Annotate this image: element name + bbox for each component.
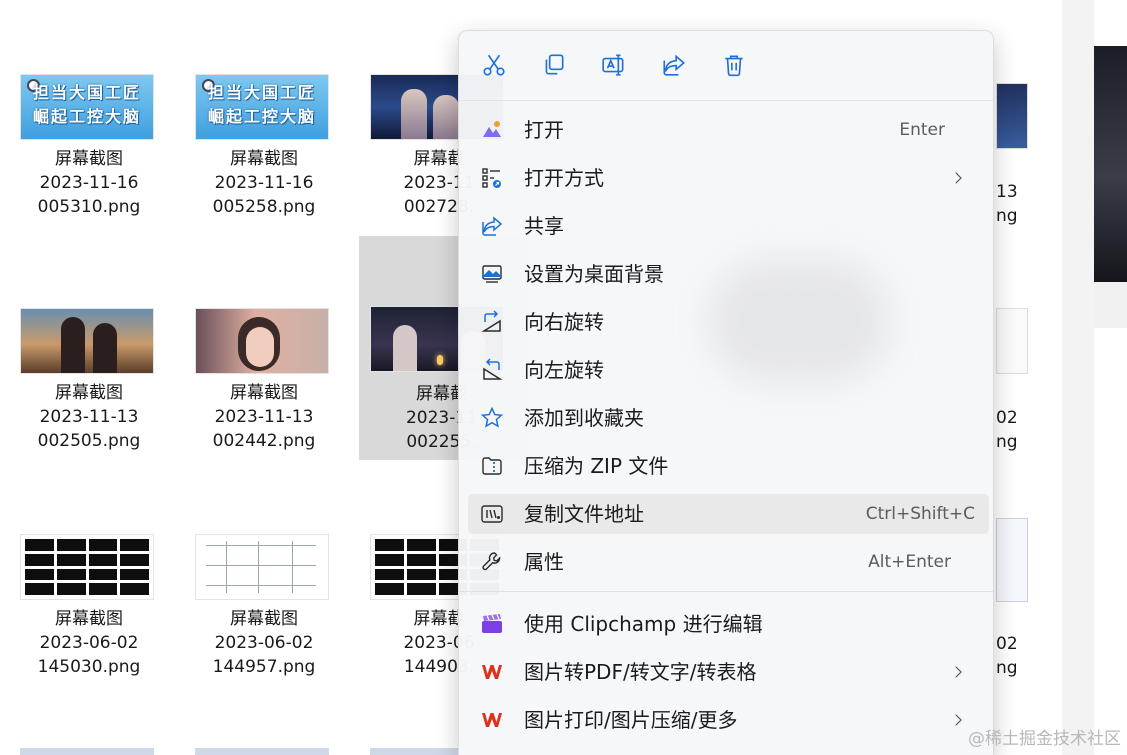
menu-item-open-with[interactable]: 打开方式 (468, 158, 989, 198)
share-icon (663, 54, 685, 76)
wallpaper-icon (482, 265, 502, 283)
menu-separator (459, 591, 993, 592)
cut-button[interactable] (478, 49, 510, 81)
file-thumbnail-partial[interactable] (996, 308, 1028, 374)
scissors-icon (483, 54, 505, 76)
file-name: 屏幕截图 2023-11-13 002505.png (37, 383, 141, 451)
rename-icon (602, 54, 624, 76)
rename-button[interactable] (598, 49, 630, 81)
menu-item-rotate-right[interactable]: 向右旋转 (468, 302, 989, 342)
file-name-partial: 13 ng (996, 182, 1018, 226)
file-name: 屏幕截图 2023-11-16 005310.png (37, 149, 141, 217)
file-tile[interactable]: 屏幕截图 2023-06-02 144957.png (179, 524, 349, 746)
file-thumbnail (195, 308, 329, 374)
menu-item-clipchamp[interactable]: 使用 Clipchamp 进行编辑 (468, 604, 989, 644)
file-name: 屏幕截图 2023-06-02 145030.png (37, 609, 141, 677)
clipchamp-icon (482, 614, 502, 633)
menu-item-rotate-left[interactable]: 向左旋转 (468, 350, 989, 390)
rotate-left-icon (483, 358, 503, 380)
file-thumbnail (20, 308, 154, 374)
file-tile[interactable]: 屏幕截图 2023-11-13 002442.png (179, 298, 349, 520)
copy-icon (545, 54, 564, 75)
menu-item-properties[interactable]: 属性 Alt+Enter (468, 542, 989, 582)
file-thumbnail-partial (20, 748, 154, 755)
file-tile[interactable]: 屏幕截图 2023-11-13 002505.png (4, 298, 174, 520)
menu-item-open[interactable]: 打开 Enter (468, 110, 989, 150)
file-name-partial: 02 ng (996, 634, 1018, 678)
wps-icon (482, 665, 502, 679)
chevron-right-icon (955, 714, 962, 726)
file-thumbnail (195, 534, 329, 600)
trash-icon (725, 55, 743, 77)
file-thumbnail-partial[interactable] (996, 83, 1028, 149)
delete-button[interactable] (718, 49, 750, 81)
file-name: 屏幕截图 2023-11-13 002442.png (212, 383, 316, 451)
file-thumbnail-partial[interactable] (996, 518, 1028, 602)
file-name-partial: 02 ng (996, 408, 1018, 452)
watermark: @稀土掘金技术社区 (968, 729, 1121, 749)
share-icon (482, 216, 503, 236)
preview-pane (1062, 0, 1127, 755)
file-tile[interactable]: 担当大国工匠 崛起工控大脑 屏幕截图 2023-11-16 005258.png (179, 64, 349, 286)
file-tile[interactable]: 担当大国工匠 崛起工控大脑 屏幕截图 2023-11-16 005310.png (4, 64, 174, 286)
file-thumbnail-partial (195, 748, 329, 755)
chevron-right-icon (955, 666, 962, 678)
zip-folder-icon (482, 457, 502, 475)
menu-item-compress-zip[interactable]: 压缩为 ZIP 文件 (468, 446, 989, 486)
wps-icon (482, 713, 502, 727)
preview-image (1094, 46, 1127, 282)
star-icon (480, 406, 504, 428)
share-button[interactable] (658, 49, 690, 81)
context-menu: 打开 Enter 打开方式 共享 设置为桌面背景 向右旋转 向左旋转 添加到收藏… (458, 30, 994, 755)
file-tile[interactable]: 屏幕截图 2023-06-02 145030.png (4, 524, 174, 746)
file-thumbnail-partial (370, 748, 458, 755)
file-name: 屏幕截图 2023-11-16 005258.png (212, 149, 316, 217)
menu-item-wps-convert[interactable]: 图片转PDF/转文字/转表格 (468, 652, 989, 692)
shortcut-label: Ctrl+Shift+C (865, 504, 975, 524)
quick-action-bar (459, 31, 993, 101)
file-thumbnail (20, 534, 154, 600)
chevron-right-icon (955, 172, 962, 184)
copy-path-icon (481, 505, 503, 523)
menu-item-set-wallpaper[interactable]: 设置为桌面背景 (468, 254, 989, 294)
photos-app-icon (483, 121, 501, 137)
file-name: 屏幕截图 2023-06-02 144957.png (212, 609, 316, 677)
open-with-icon (482, 168, 501, 188)
shortcut-label: Enter (899, 120, 945, 140)
menu-item-add-favorites[interactable]: 添加到收藏夹 (468, 398, 989, 438)
menu-item-wps-more[interactable]: 图片打印/图片压缩/更多 (468, 700, 989, 740)
file-thumbnail: 担当大国工匠 崛起工控大脑 (20, 74, 154, 140)
rotate-right-icon (481, 310, 501, 332)
menu-item-copy-path[interactable]: 复制文件地址 Ctrl+Shift+C (468, 494, 989, 534)
file-thumbnail: 担当大国工匠 崛起工控大脑 (195, 74, 329, 140)
copy-button[interactable] (538, 49, 570, 81)
shortcut-label: Alt+Enter (868, 552, 951, 572)
wrench-icon (482, 552, 501, 571)
menu-item-share[interactable]: 共享 (468, 206, 989, 246)
